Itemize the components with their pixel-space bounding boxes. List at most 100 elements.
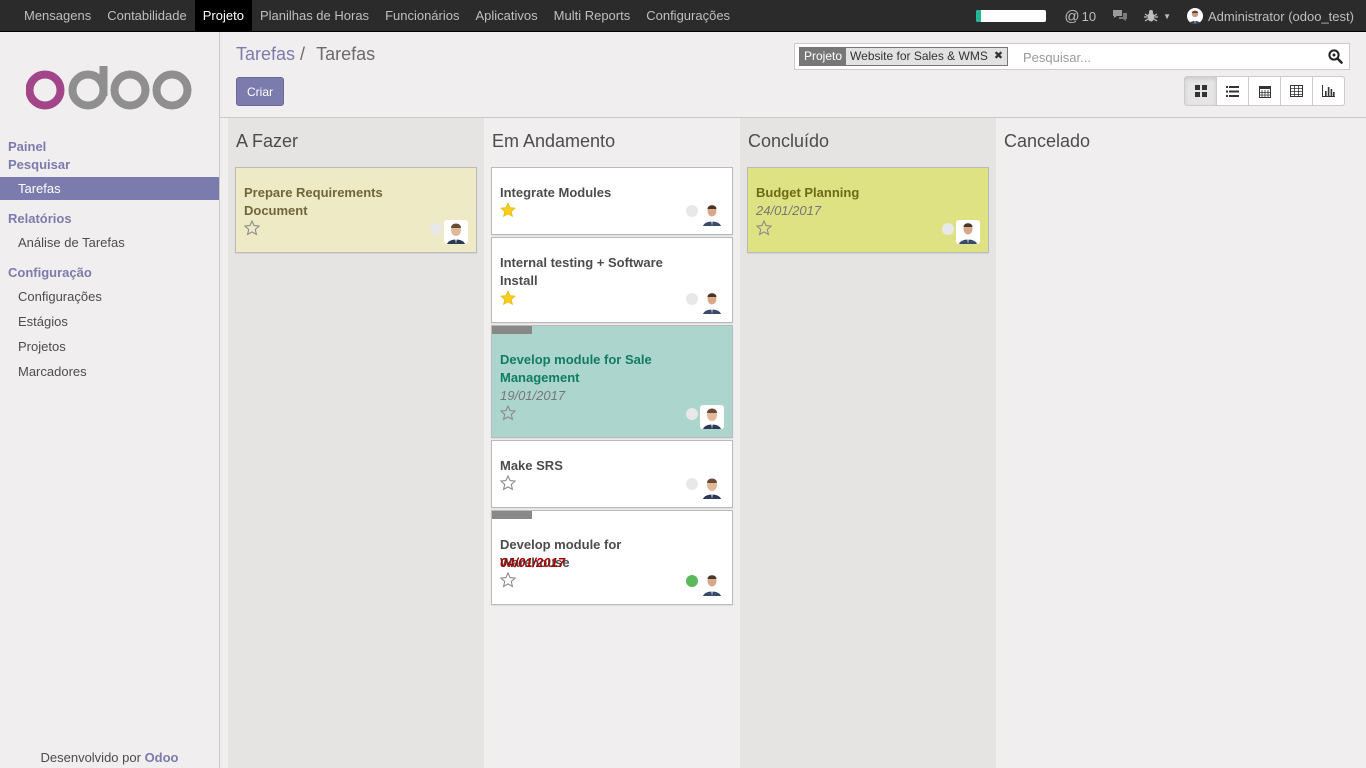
powered-by-link[interactable]: Odoo bbox=[145, 750, 179, 765]
facet-value-text: Website for Sales & WMS bbox=[850, 49, 988, 63]
facet-label: Projeto bbox=[800, 48, 847, 65]
card-title: Prepare Requirements Document bbox=[244, 185, 383, 218]
bug-icon bbox=[1144, 10, 1159, 22]
kanban-card[interactable]: Prepare Requirements Document bbox=[235, 167, 477, 253]
menu-contabilidade[interactable]: Contabilidade bbox=[99, 0, 195, 32]
column-title[interactable]: Concluído bbox=[748, 131, 829, 152]
card-deadline: 24/01/2017 bbox=[756, 203, 822, 218]
section-configuracao[interactable]: Configuração bbox=[8, 265, 92, 280]
top-navbar: Mensagens Contabilidade Projeto Planilha… bbox=[0, 0, 1366, 32]
kanban-state-indicator[interactable] bbox=[686, 408, 698, 420]
kanban-column-concluido: Concluído Budget Planning 24/01/2017 bbox=[740, 118, 996, 768]
menu-multi-reports[interactable]: Multi Reports bbox=[546, 0, 639, 32]
search-icon[interactable] bbox=[1328, 49, 1343, 64]
breadcrumb-parent[interactable]: Tarefas bbox=[236, 44, 295, 64]
search-input[interactable] bbox=[1023, 48, 1323, 66]
pivot-view-button[interactable] bbox=[1280, 76, 1313, 106]
card-title: Integrate Modules bbox=[500, 185, 612, 200]
star-outline-icon[interactable] bbox=[500, 475, 516, 491]
kanban-card[interactable]: Internal testing + Software Install bbox=[491, 237, 733, 323]
kanban-state-indicator[interactable] bbox=[430, 223, 442, 235]
kanban-state-indicator[interactable] bbox=[686, 478, 698, 490]
card-tag-bar bbox=[492, 511, 532, 519]
sidebar-item-projetos[interactable]: Projetos bbox=[0, 335, 219, 358]
menu-mensagens[interactable]: Mensagens bbox=[16, 0, 99, 32]
section-pesquisar[interactable]: Pesquisar bbox=[8, 157, 70, 172]
list-view-button[interactable] bbox=[1216, 76, 1249, 106]
user-menu[interactable]: Administrator (odoo_test) bbox=[1187, 8, 1354, 24]
at-icon: @ bbox=[1064, 7, 1080, 25]
sidebar-item-tarefas[interactable]: Tarefas bbox=[0, 177, 219, 200]
assignee-avatar[interactable] bbox=[956, 220, 980, 244]
breadcrumb: Tarefas / Tarefas bbox=[236, 44, 375, 65]
assignee-avatar[interactable] bbox=[700, 572, 724, 596]
mentions-counter[interactable]: @ 10 bbox=[1064, 8, 1096, 25]
kanban-state-indicator[interactable] bbox=[686, 205, 698, 217]
star-outline-icon[interactable] bbox=[500, 405, 516, 421]
progress-fill bbox=[976, 10, 982, 22]
graph-view-button[interactable] bbox=[1312, 76, 1345, 106]
star-filled-icon[interactable] bbox=[500, 290, 516, 306]
kanban-column-cancelado: Cancelado bbox=[996, 118, 1252, 768]
kanban-state-indicator[interactable] bbox=[942, 223, 954, 235]
sidebar-item-marcadores[interactable]: Marcadores bbox=[0, 360, 219, 383]
sidebar-item-estagios[interactable]: Estágios bbox=[0, 310, 219, 333]
kanban-state-indicator[interactable] bbox=[686, 575, 698, 587]
assignee-avatar[interactable] bbox=[700, 290, 724, 314]
menu-configuracoes[interactable]: Configurações bbox=[638, 0, 738, 32]
kanban-card[interactable]: Budget Planning 24/01/2017 bbox=[747, 167, 989, 253]
breadcrumb-current: Tarefas bbox=[316, 44, 376, 64]
mentions-count: 10 bbox=[1081, 8, 1097, 24]
remove-facet-icon[interactable]: ✖ bbox=[994, 48, 1003, 65]
create-button[interactable]: Criar bbox=[236, 77, 284, 106]
sidebar-item-analise-de-tarefas[interactable]: Análise de Tarefas bbox=[0, 231, 219, 254]
assignee-avatar[interactable] bbox=[444, 220, 468, 244]
powered-by-text: Desenvolvido por bbox=[40, 750, 141, 765]
chat-toggle[interactable] bbox=[1112, 9, 1128, 23]
card-tag-bar bbox=[492, 326, 532, 334]
menu-planilhas-de-horas[interactable]: Planilhas de Horas bbox=[252, 0, 377, 32]
assignee-avatar[interactable] bbox=[700, 202, 724, 226]
search-bar: Projeto Website for Sales & WMS ✖ bbox=[794, 43, 1350, 70]
card-title: Budget Planning bbox=[756, 185, 860, 200]
menu-projeto[interactable]: Projeto bbox=[194, 0, 252, 32]
app-menu: Mensagens Contabilidade Projeto Planilha… bbox=[16, 0, 738, 32]
column-title[interactable]: Cancelado bbox=[1004, 131, 1090, 152]
kanban-state-indicator[interactable] bbox=[686, 293, 698, 305]
debug-menu[interactable]: ▼ bbox=[1144, 9, 1171, 23]
kanban-card[interactable]: Develop module for Warehouse 04/01/2017 bbox=[491, 510, 733, 605]
card-title: Internal testing + Software Install bbox=[500, 255, 663, 288]
kanban-board: A Fazer Prepare Requirements Document Em… bbox=[220, 118, 1366, 768]
card-title: Make SRS bbox=[500, 458, 563, 473]
card-deadline: 19/01/2017 bbox=[500, 388, 566, 403]
menu-aplicativos[interactable]: Aplicativos bbox=[468, 0, 546, 32]
kanban-card[interactable]: Integrate Modules bbox=[491, 167, 733, 235]
search-facet[interactable]: Projeto Website for Sales & WMS ✖ bbox=[799, 47, 1009, 66]
control-panel: Tarefas / Tarefas Criar Projeto Website … bbox=[220, 32, 1366, 118]
systray: @ 10 ▼ Administrator (odoo_test) bbox=[976, 0, 1366, 32]
star-outline-icon[interactable] bbox=[244, 220, 260, 236]
kanban-card[interactable]: Develop module for Sale Management 19/01… bbox=[491, 325, 733, 438]
graph-icon bbox=[1322, 85, 1335, 97]
star-outline-icon[interactable] bbox=[756, 220, 772, 236]
assignee-avatar[interactable] bbox=[700, 475, 724, 499]
kanban-card[interactable]: Make SRS bbox=[491, 440, 733, 508]
card-title: Develop module for Sale Management bbox=[500, 352, 652, 385]
planner-progress-bar[interactable] bbox=[976, 10, 1047, 22]
comments-icon bbox=[1113, 10, 1128, 21]
sidebar-item-configuracoes[interactable]: Configurações bbox=[0, 285, 219, 308]
calendar-view-button[interactable] bbox=[1248, 76, 1281, 106]
star-outline-icon[interactable] bbox=[500, 572, 516, 588]
odoo-logo[interactable] bbox=[26, 66, 192, 110]
user-name: Administrator (odoo_test) bbox=[1208, 8, 1354, 24]
column-title[interactable]: A Fazer bbox=[236, 131, 298, 152]
section-relatorios[interactable]: Relatórios bbox=[8, 211, 72, 226]
calendar-icon bbox=[1258, 85, 1271, 98]
section-painel[interactable]: Painel bbox=[8, 139, 46, 154]
kanban-view-button[interactable] bbox=[1184, 76, 1217, 106]
menu-funcionarios[interactable]: Funcionários bbox=[377, 0, 467, 32]
assignee-avatar[interactable] bbox=[700, 405, 724, 429]
star-filled-icon[interactable] bbox=[500, 202, 516, 218]
column-title[interactable]: Em Andamento bbox=[492, 131, 615, 152]
user-avatar bbox=[1187, 8, 1203, 24]
